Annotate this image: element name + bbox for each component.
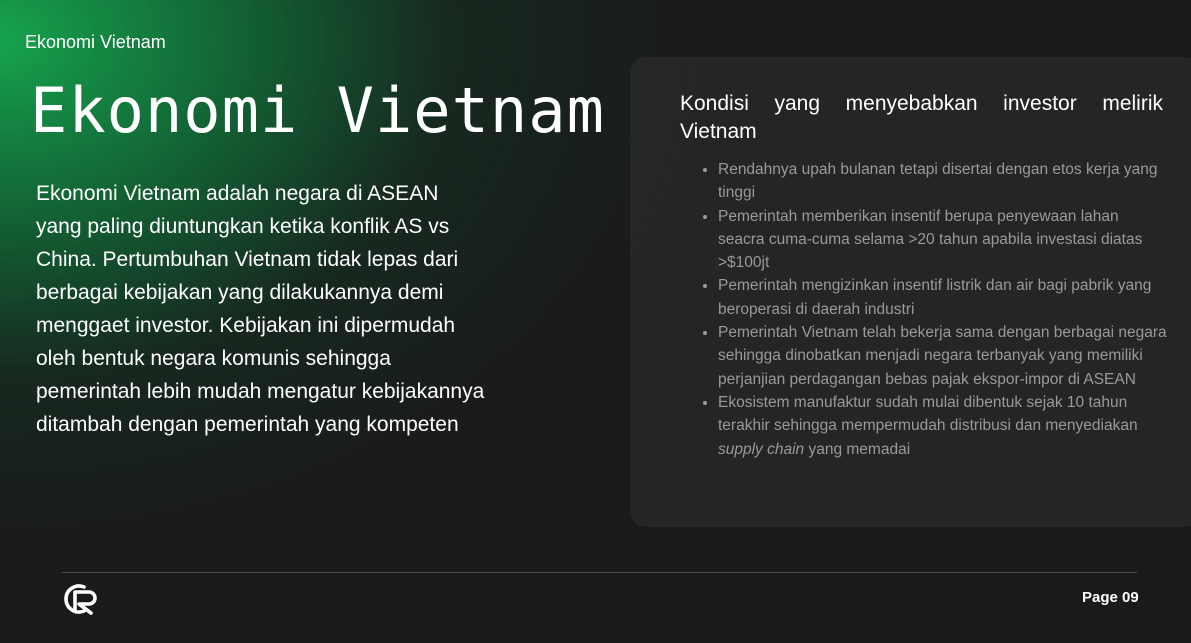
page-title: Ekonomi Vietnam [30,74,605,147]
list-item-emphasis: supply chain [718,440,805,458]
list-item: Pemerintah mengizinkan insentif listrik … [718,274,1168,321]
list-item: Ekosistem manufaktur sudah mulai dibentu… [718,391,1168,461]
footer-divider [62,572,1137,573]
list-item: Pemerintah memberikan insentif berupa pe… [718,205,1168,275]
page-number: Page 09 [1082,589,1139,606]
panel-heading: Kondisi yang menyebabkan investor meliri… [680,92,1163,143]
cr-logo-icon [64,584,97,615]
bullet-list: Rendahnya upah bulanan tetapi disertai d… [700,158,1168,461]
header-label: Ekonomi Vietnam [25,32,166,52]
list-item-text: yang memadai [804,440,911,458]
list-item: Rendahnya upah bulanan tetapi disertai d… [718,158,1168,205]
intro-paragraph: Ekonomi Vietnam adalah negara di ASEAN y… [36,182,485,436]
list-item: Pemerintah Vietnam telah bekerja sama de… [718,321,1168,391]
list-item-text: Ekosistem manufaktur sudah mulai dibentu… [718,393,1138,435]
